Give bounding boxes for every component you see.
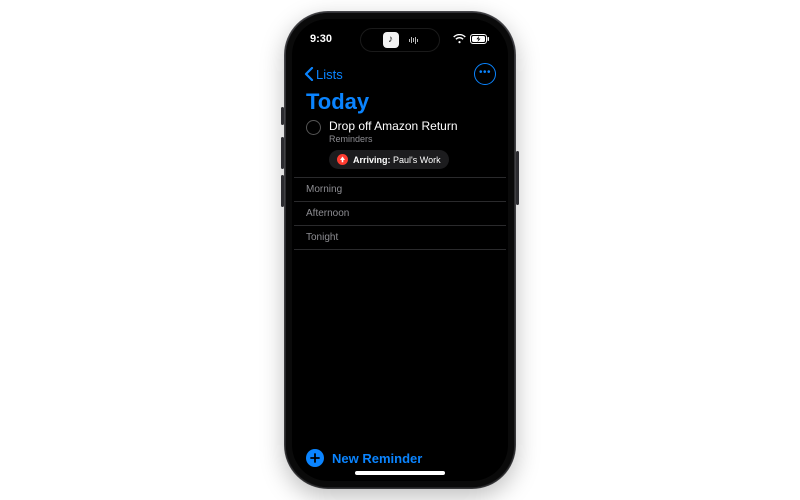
ellipsis-icon: ••• [479, 68, 491, 78]
reminder-list-name: Reminders [329, 134, 458, 144]
volume-up-button [281, 137, 284, 169]
completion-circle[interactable] [306, 120, 321, 135]
status-icons [453, 34, 490, 44]
back-button[interactable]: Lists [304, 67, 343, 82]
reminder-text: Drop off Amazon Return Reminders [329, 119, 458, 144]
bottom-toolbar: New Reminder [294, 449, 506, 467]
time-sections: Morning Afternoon Tonight [294, 177, 506, 250]
wifi-icon [453, 34, 466, 44]
more-button[interactable]: ••• [474, 63, 496, 85]
battery-charging-icon [470, 34, 490, 44]
status-time: 9:30 [310, 33, 350, 45]
reminder-title: Drop off Amazon Return [329, 119, 458, 133]
island-app-icon: ♪ [383, 32, 399, 48]
location-arrive-icon [337, 154, 348, 165]
screen: ♪ 9:30 [294, 21, 506, 479]
location-name: Paul's Work [393, 155, 441, 165]
back-label: Lists [316, 67, 343, 82]
chevron-left-icon [304, 67, 314, 81]
nav-bar: Lists ••• [294, 59, 506, 89]
dynamic-island[interactable]: ♪ [360, 28, 440, 52]
location-prefix: Arriving: [353, 155, 391, 165]
location-label: Arriving: Paul's Work [353, 155, 441, 165]
page-title: Today [306, 89, 369, 115]
side-button [516, 151, 519, 205]
home-indicator[interactable] [355, 471, 445, 475]
volume-down-button [281, 175, 284, 207]
reminder-item[interactable]: Drop off Amazon Return Reminders Arrivin… [306, 119, 506, 169]
new-reminder-label[interactable]: New Reminder [332, 451, 422, 466]
section-afternoon[interactable]: Afternoon [294, 201, 506, 225]
stage: ♪ 9:30 [0, 0, 800, 500]
section-tonight[interactable]: Tonight [294, 225, 506, 250]
ring-switch [281, 107, 284, 125]
location-tag[interactable]: Arriving: Paul's Work [329, 150, 449, 169]
plus-icon [310, 453, 320, 463]
phone-bezel: ♪ 9:30 [286, 13, 514, 487]
phone-frame: ♪ 9:30 [284, 11, 516, 489]
waveform-icon [409, 37, 418, 44]
music-note-icon: ♪ [388, 35, 393, 45]
section-morning[interactable]: Morning [294, 177, 506, 201]
new-reminder-button[interactable] [306, 449, 324, 467]
